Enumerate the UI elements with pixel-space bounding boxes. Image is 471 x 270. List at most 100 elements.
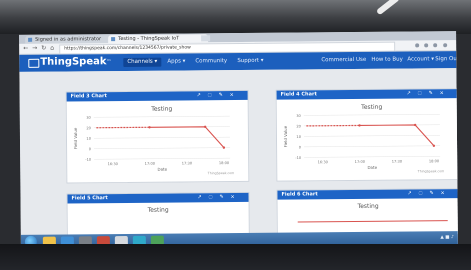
y-tick-label: 30 <box>296 114 301 118</box>
gridline <box>304 155 441 158</box>
chat-bubble-logo-icon <box>28 58 40 68</box>
nav-channels[interactable]: Channels ▾ <box>123 57 162 68</box>
x-tick-label: 18:00 <box>429 159 440 163</box>
series-line-preview <box>297 220 448 223</box>
comment-icon[interactable]: ◌ <box>208 193 212 202</box>
field-5-panel: Field 5 Chart ↗ ◌ ✎ × Testing <box>66 191 250 238</box>
new-tab-button[interactable] <box>201 35 211 42</box>
panel-header: Field 6 Chart ↗ ◌ ✎ × <box>277 189 458 200</box>
data-point <box>203 125 207 128</box>
chart-credit: ThingSpeak.com <box>207 171 235 175</box>
panel-title: Field 5 Chart <box>71 195 108 202</box>
y-tick-label: -10 <box>295 156 302 160</box>
y-tick-label: 0 <box>89 147 92 151</box>
edit-icon[interactable]: ✎ <box>429 89 433 98</box>
nav-sign-out[interactable]: Sign Out <box>435 55 458 64</box>
comment-icon[interactable]: ◌ <box>418 89 422 98</box>
comment-icon[interactable]: ◌ <box>208 91 212 100</box>
x-tick-label: 16:30 <box>318 160 329 164</box>
y-axis-label: Field Value <box>73 127 78 149</box>
tab-label: Signed in as administrator <box>35 36 102 43</box>
external-link-icon[interactable]: ↗ <box>197 91 201 100</box>
bookmark-star-icon[interactable] <box>433 43 438 48</box>
x-tick-label: 16:30 <box>108 162 119 166</box>
panel-header: Field 3 Chart ↗ ◌ ✎ × <box>66 90 248 102</box>
gridline <box>303 113 440 116</box>
extension-icon[interactable] <box>415 43 420 48</box>
external-link-icon[interactable]: ↗ <box>407 189 411 198</box>
favicon-icon <box>111 37 116 42</box>
nav-how-to-buy[interactable]: How to Buy <box>371 56 403 65</box>
nav-support[interactable]: Support ▾ <box>237 57 263 66</box>
x-tick-label: 17:30 <box>392 160 403 164</box>
external-link-icon[interactable]: ↗ <box>197 193 201 202</box>
panel-title: Field 6 Chart <box>281 191 318 198</box>
data-point <box>148 126 151 129</box>
edit-icon[interactable]: ✎ <box>219 193 223 202</box>
data-point <box>413 123 417 127</box>
close-icon[interactable]: × <box>230 193 234 202</box>
panel-title: Field 3 Chart <box>70 93 107 100</box>
chart-title: Testing <box>360 104 382 111</box>
thingspeak-logo[interactable]: ThingSpeak™ <box>40 55 111 70</box>
y-tick-label: 20 <box>296 124 301 128</box>
nav-apps[interactable]: Apps ▾ <box>167 57 185 66</box>
field-4-chart: Testing 30 20 10 0 -10 16:30 17:00 17:30 18:00 Dat… <box>283 104 445 174</box>
y-tick-label: 10 <box>296 135 301 139</box>
comment-icon[interactable]: ◌ <box>418 189 422 198</box>
field-4-panel: Field 4 Chart ↗ ◌ ✎ × Testing 30 20 10 0 -10 1… <box>275 88 458 182</box>
x-tick-label: 17:30 <box>182 161 193 165</box>
nav-commercial-use[interactable]: Commercial Use <box>321 56 366 65</box>
extension-icon[interactable] <box>424 43 429 48</box>
gridline <box>93 136 230 139</box>
menu-icon[interactable] <box>443 43 448 48</box>
y-tick-label: 10 <box>86 137 91 141</box>
close-icon[interactable]: × <box>230 91 234 100</box>
tab-label: Testing - ThingSpeak IoT <box>118 35 180 43</box>
monitor-bezel-top <box>0 0 471 34</box>
screen: Signed in as administrator × Testing - T… <box>19 31 458 249</box>
panel-title: Field 4 Chart <box>280 91 317 98</box>
edit-icon[interactable]: ✎ <box>429 189 433 198</box>
y-tick-label: 0 <box>299 145 302 149</box>
system-tray[interactable]: ▲ ■ ♪ <box>440 234 454 242</box>
field-6-panel: Field 6 Chart ↗ ◌ ✎ × Testing <box>276 188 458 236</box>
edit-icon[interactable]: ✎ <box>219 91 223 100</box>
gridline <box>93 115 230 118</box>
gridline <box>94 147 231 150</box>
close-icon[interactable]: × <box>440 89 444 98</box>
chart-title: Testing <box>147 206 169 214</box>
y-tick-label: 30 <box>86 116 91 120</box>
back-icon[interactable]: ← <box>23 44 28 54</box>
panel-header: Field 5 Chart ↗ ◌ ✎ × <box>67 192 249 204</box>
gridline <box>304 145 441 148</box>
data-point <box>432 144 436 147</box>
x-tick-label: 17:00 <box>355 160 366 164</box>
panel-header: Field 4 Chart ↗ ◌ ✎ × <box>276 89 458 100</box>
data-point <box>222 146 226 149</box>
y-tick-label: -10 <box>85 158 92 162</box>
y-tick-label: 20 <box>86 126 91 130</box>
external-link-icon[interactable]: ↗ <box>407 89 411 98</box>
chart-title: Testing <box>357 202 379 210</box>
x-axis-label: Date <box>157 167 167 172</box>
data-point <box>358 124 361 127</box>
reload-icon[interactable]: ↻ <box>41 44 46 54</box>
chart-credit: ThingSpeak.com <box>417 169 445 173</box>
gridline <box>303 134 440 137</box>
x-tick-label: 18:00 <box>219 161 230 165</box>
nav-account[interactable]: Account ▾ <box>407 55 434 64</box>
home-icon[interactable]: ⌂ <box>50 44 54 54</box>
field-3-chart: Testing 30 20 10 0 -10 16:30 17:00 17:30 18:00 Dat… <box>73 106 235 176</box>
close-icon[interactable]: × <box>440 189 444 198</box>
favicon-icon <box>28 37 33 42</box>
monitor-bezel-bottom <box>0 244 471 270</box>
channel-content: Field 3 Chart ↗ ◌ ✎ × Testing 30 20 10 0 -10 1… <box>19 68 458 238</box>
y-axis-label: Field Value <box>283 125 288 147</box>
x-tick-label: 17:00 <box>145 162 156 166</box>
chart-title: Testing <box>150 106 172 113</box>
forward-icon[interactable]: → <box>32 44 37 54</box>
gridline <box>94 157 231 160</box>
x-axis-label: Date <box>367 165 377 170</box>
nav-community[interactable]: Community <box>195 57 227 66</box>
